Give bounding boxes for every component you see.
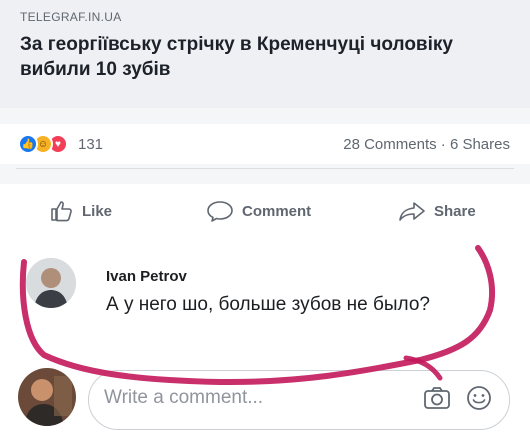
- divider: [16, 168, 514, 169]
- share-arrow-icon: [399, 202, 425, 221]
- reaction-count[interactable]: 131: [78, 136, 103, 153]
- avatar[interactable]: [26, 258, 76, 308]
- comment-author[interactable]: Ivan Petrov: [106, 268, 187, 285]
- avatar-photo: [26, 258, 76, 308]
- post-actions: Like Comment Share: [0, 184, 530, 240]
- avatar-photo: [18, 368, 76, 426]
- comment-text: А у него шо, больше зубов не было?: [106, 294, 430, 315]
- like-icon: 👍: [18, 134, 38, 154]
- comment-placeholder: Write a comment...: [104, 387, 264, 408]
- link-preview-card[interactable]: TELEGRAF.IN.UA За георгіївську стрічку в…: [0, 0, 530, 108]
- camera-icon[interactable]: [423, 386, 451, 410]
- like-button[interactable]: Like: [50, 194, 112, 228]
- speech-bubble-icon: [207, 201, 233, 222]
- current-user-avatar[interactable]: [18, 368, 76, 426]
- share-button[interactable]: Share: [398, 194, 476, 228]
- comment-label: Comment: [242, 202, 312, 220]
- emoji-icon[interactable]: [466, 385, 492, 411]
- share-label: Share: [434, 202, 476, 220]
- comment-button[interactable]: Comment: [206, 194, 311, 228]
- comments-shares-count[interactable]: 28 Comments · 6 Shares: [343, 136, 510, 153]
- like-label: Like: [82, 202, 113, 220]
- link-headline[interactable]: За георгіївську стрічку в Кременчуці чол…: [20, 32, 490, 82]
- thumbs-up-icon: [51, 201, 72, 222]
- engagement-stats: 👍 ☺ ♥ 131 28 Comments · 6 Shares: [0, 124, 530, 164]
- link-source-domain: TELEGRAF.IN.UA: [20, 10, 122, 24]
